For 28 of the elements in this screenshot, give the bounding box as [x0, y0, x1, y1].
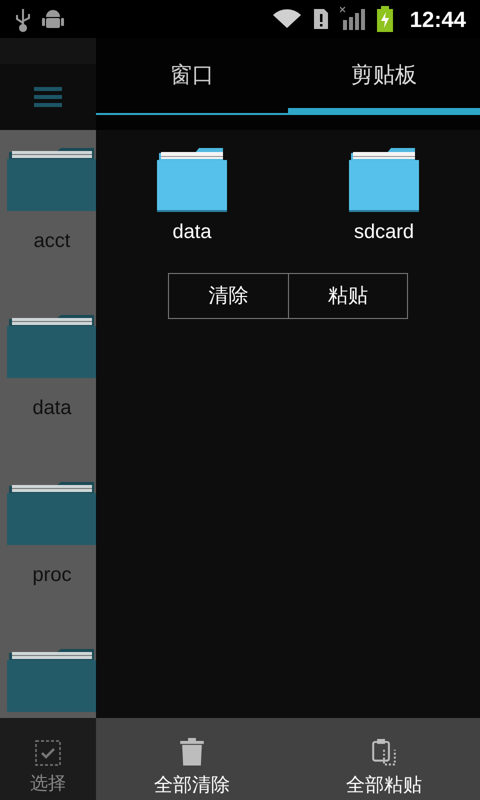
- signal-icon: [340, 6, 366, 32]
- folder-name: sdcard: [354, 220, 414, 245]
- folder-icon[interactable]: [6, 315, 98, 379]
- folder-name: proc: [32, 563, 72, 588]
- folder-icon[interactable]: [6, 148, 98, 212]
- folder-icon[interactable]: [6, 649, 98, 713]
- paste-all-button[interactable]: 全部粘贴: [288, 718, 480, 800]
- tab[interactable]: 剪贴板: [288, 38, 480, 116]
- folder-name: data: [172, 220, 212, 245]
- sim-card-icon: [312, 7, 330, 31]
- checkbox-icon[interactable]: [35, 740, 61, 766]
- android-icon: [42, 8, 64, 30]
- folder-icon[interactable]: [157, 148, 227, 212]
- battery-charging-icon: [376, 6, 394, 32]
- folder-icon[interactable]: [6, 482, 98, 546]
- usb-icon: [14, 6, 32, 32]
- folder-name: data: [32, 396, 72, 421]
- clear-all-button[interactable]: 全部清除: [96, 718, 288, 800]
- folder-name: acct: [34, 229, 70, 254]
- action-button[interactable]: 粘贴: [288, 274, 407, 318]
- clock-time: 12:44: [410, 6, 466, 34]
- paste-icon: [372, 738, 396, 766]
- folder-icon[interactable]: [349, 148, 419, 212]
- trash-icon: [180, 738, 204, 766]
- select-label[interactable]: 选择: [30, 770, 66, 797]
- tab[interactable]: 窗口: [96, 38, 288, 116]
- action-button[interactable]: 清除: [169, 274, 288, 318]
- wifi-icon: [272, 8, 302, 30]
